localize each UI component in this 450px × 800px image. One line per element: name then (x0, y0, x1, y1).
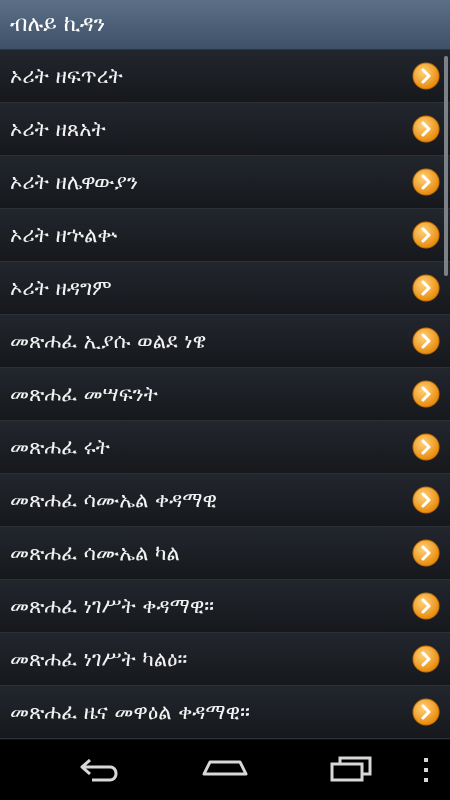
chevron-right-icon[interactable] (412, 433, 440, 461)
back-icon[interactable] (76, 754, 124, 786)
list-item[interactable]: መጽሐፈ ሳሙኤል ካል (0, 527, 450, 580)
list-item[interactable]: መጽሐፈ ነገሥት ቀዳማዊ። (0, 580, 450, 633)
list-item[interactable]: ኦሪት ዘሌዋውያን (0, 156, 450, 209)
list-item[interactable]: መጽሐፈ ሩት (0, 421, 450, 474)
chevron-right-icon[interactable] (412, 115, 440, 143)
book-list[interactable]: ኦሪት ዘፍጥረት ኦሪት ዘጸአት ኦሪት ዘሌዋውያን ኦሪት ዘኍልቍ ኦ… (0, 50, 450, 740)
chevron-right-icon[interactable] (412, 645, 440, 673)
page-title: ብሉይ ኪዳን (10, 12, 106, 37)
list-item-label: መጽሐፈ ነገሥት ቀዳማዊ። (10, 594, 215, 618)
chevron-right-icon[interactable] (412, 539, 440, 567)
list-item[interactable]: መጽሐፈ ሳሙኤል ቀዳማዊ (0, 474, 450, 527)
list-item-label: ኦሪት ዘሌዋውያን (10, 170, 138, 194)
list-item-label: መጽሐፈ ሩት (10, 435, 110, 459)
chevron-right-icon[interactable] (412, 327, 440, 355)
list-item[interactable]: ኦሪት ዘኍልቍ (0, 209, 450, 262)
list-item[interactable]: መጽሐፈ ኢያሱ ወልደ ነዌ (0, 315, 450, 368)
list-item-label: መጽሐፈ ሳሙኤል ካል (10, 541, 180, 565)
list-item-label: መጽሐፈ ሳሙኤል ቀዳማዊ (10, 488, 217, 512)
list-item-label: ኦሪት ዘኍልቍ (10, 223, 118, 247)
scrollbar-thumb[interactable] (444, 56, 448, 276)
list-item-label: መጽሐፈ ዜና መዋዕል ቀዳማዊ። (10, 700, 250, 724)
list-item[interactable]: ኦሪት ዘጸአት (0, 103, 450, 156)
chevron-right-icon[interactable] (412, 592, 440, 620)
action-bar: ብሉይ ኪዳን (0, 0, 450, 50)
overflow-menu-icon[interactable] (420, 756, 432, 784)
list-item-label: መጽሐፈ ኢያሱ ወልደ ነዌ (10, 329, 207, 353)
chevron-right-icon[interactable] (412, 486, 440, 514)
chevron-right-icon[interactable] (412, 62, 440, 90)
system-navigation-bar (0, 740, 450, 800)
list-item[interactable]: መጽሐፈ ነገሥት ካልዕ። (0, 633, 450, 686)
recent-apps-icon[interactable] (328, 754, 374, 786)
list-item-label: መጽሐፈ መሣፍንት (10, 382, 158, 406)
home-icon[interactable] (200, 754, 250, 786)
list-item-label: መጽሐፈ ነገሥት ካልዕ። (10, 647, 188, 671)
chevron-right-icon[interactable] (412, 380, 440, 408)
chevron-right-icon[interactable] (412, 698, 440, 726)
list-item-label: ኦሪት ዘፍጥረት (10, 64, 123, 88)
list-item-label: ኦሪት ዘጸአት (10, 117, 106, 141)
chevron-right-icon[interactable] (412, 221, 440, 249)
list-item[interactable]: መጽሐፈ መሣፍንት (0, 368, 450, 421)
list-item-label: ኦሪት ዘዳግም (10, 276, 112, 300)
chevron-right-icon[interactable] (412, 274, 440, 302)
list-item[interactable]: ኦሪት ዘዳግም (0, 262, 450, 315)
list-item[interactable]: ኦሪት ዘፍጥረት (0, 50, 450, 103)
chevron-right-icon[interactable] (412, 168, 440, 196)
list-item[interactable]: መጽሐፈ ዜና መዋዕል ቀዳማዊ። (0, 686, 450, 739)
